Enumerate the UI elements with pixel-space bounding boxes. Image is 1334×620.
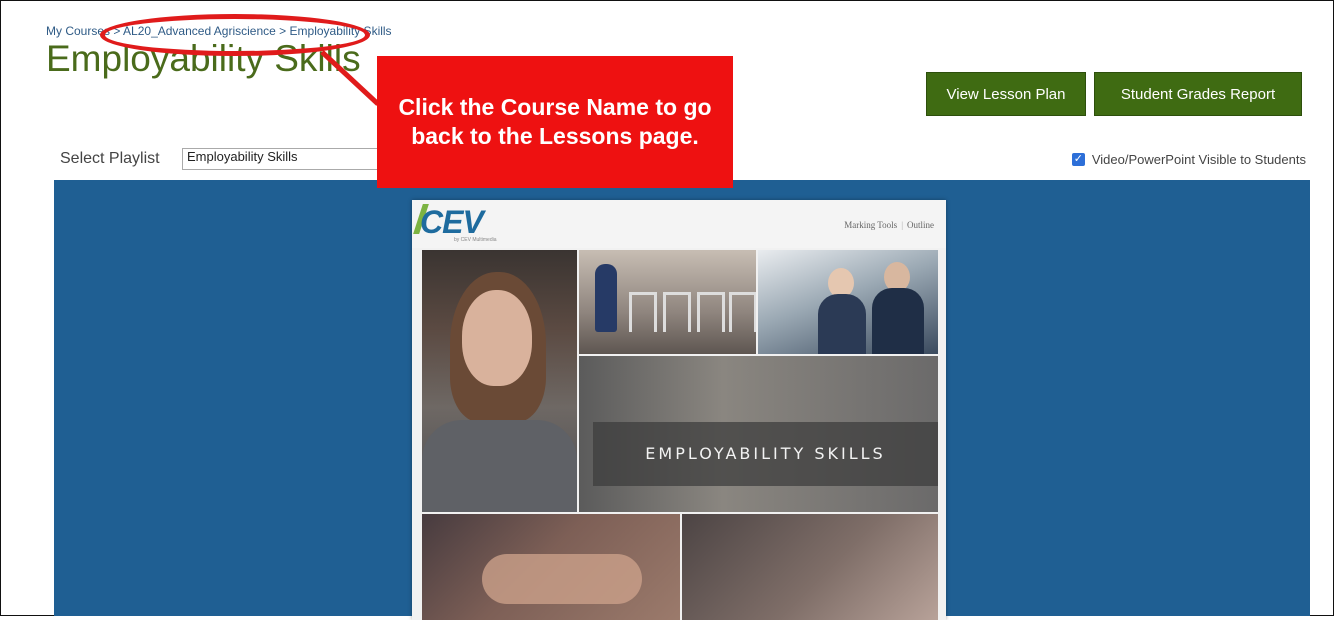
slide-nav: Marking Tools | Outline bbox=[844, 220, 934, 230]
cev-logo: CEV bbox=[420, 204, 484, 240]
business-meeting-photo bbox=[758, 250, 938, 354]
presentation-slide[interactable]: CEV by CEV Multimedia Marking Tools | Outl… bbox=[412, 200, 946, 620]
smiling-woman-photo bbox=[422, 250, 577, 512]
visible-to-students-checkbox[interactable]: ✓ bbox=[1071, 153, 1085, 166]
playlist-select[interactable]: Employability Skills bbox=[182, 148, 392, 170]
breadcrumb-current-lesson: Employability Skills bbox=[289, 24, 392, 38]
slide-title-panel bbox=[579, 356, 938, 512]
desk-photo bbox=[682, 514, 938, 620]
playlist-label: Select Playlist bbox=[60, 150, 160, 167]
page-title: Employability Skills bbox=[46, 38, 361, 79]
breadcrumb-separator: > bbox=[279, 24, 287, 38]
slide-title: EMPLOYABILITY SKILLS bbox=[645, 444, 886, 463]
student-grades-report-button[interactable]: Student Grades Report bbox=[1094, 72, 1302, 116]
visible-to-students-label: Video/PowerPoint Visible to Students bbox=[1091, 152, 1306, 167]
slide-header: CEV by CEV Multimedia Marking Tools | Outl… bbox=[412, 200, 946, 248]
instruction-callout: Click the Course Name to go back to the … bbox=[377, 56, 733, 188]
breadcrumb-separator: > bbox=[113, 24, 121, 38]
outline-link[interactable]: Outline bbox=[907, 220, 934, 230]
breadcrumb-my-courses[interactable]: My Courses bbox=[46, 24, 110, 38]
visibility-toggle-row: ✓ Video/PowerPoint Visible to Students bbox=[1071, 152, 1306, 167]
breadcrumb: My Courses > AL20_Advanced Agriscience >… bbox=[46, 24, 392, 38]
view-lesson-plan-button[interactable]: View Lesson Plan bbox=[926, 72, 1086, 116]
playlist-selected-value: Employability Skills bbox=[187, 149, 298, 164]
breadcrumb-course-name[interactable]: AL20_Advanced Agriscience bbox=[123, 24, 276, 38]
handshake-photo bbox=[422, 514, 680, 620]
cev-logo-subtitle: by CEV Multimedia bbox=[454, 237, 497, 243]
marking-tools-link[interactable]: Marking Tools bbox=[844, 220, 897, 230]
waiting-room-photo bbox=[579, 250, 756, 354]
